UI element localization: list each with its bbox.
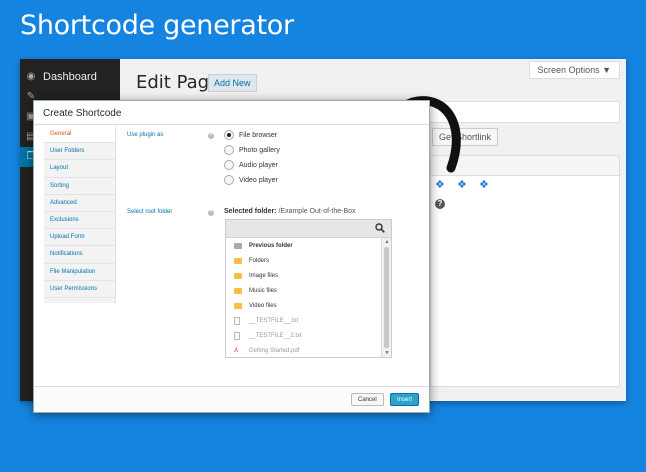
file-name: __TESTFILE__2.txt bbox=[249, 332, 302, 339]
use-plugin-label: Use plugin as bbox=[127, 132, 164, 138]
list-item[interactable]: __TESTFILE__.txt bbox=[226, 313, 381, 328]
option-video-player[interactable]: Video player bbox=[224, 175, 278, 185]
file-list-scrollbar[interactable]: ▲ ▼ bbox=[381, 238, 391, 357]
help-icon[interactable]: ? bbox=[435, 199, 445, 209]
dialog-tab-list: General User Folders Layout Sorting Adva… bbox=[44, 126, 116, 303]
folder-icon bbox=[234, 257, 242, 264]
list-item[interactable]: Folders bbox=[226, 253, 381, 268]
previous-folder-icon bbox=[234, 242, 242, 249]
selected-folder-value: /Example Out-of-the-Box bbox=[278, 208, 356, 215]
help-icon[interactable]: ? bbox=[208, 133, 214, 139]
screen-options-button[interactable]: Screen Options ▼ bbox=[528, 61, 620, 79]
content-editor[interactable]: ❖ ❖ ❖ ? bbox=[430, 155, 620, 387]
add-new-button[interactable]: Add New bbox=[208, 74, 257, 92]
cancel-button[interactable]: Cancel bbox=[351, 393, 384, 406]
tab-layout[interactable]: Layout bbox=[44, 160, 115, 178]
option-file-browser[interactable]: File browser bbox=[224, 130, 277, 140]
radio-checked-icon[interactable] bbox=[224, 130, 234, 140]
file-name: __TESTFILE__.txt bbox=[249, 317, 299, 324]
tab-general[interactable]: General bbox=[44, 126, 115, 144]
list-item[interactable]: Music files bbox=[226, 283, 381, 298]
dialog-title: Create Shortcode bbox=[34, 101, 429, 125]
option-audio-player[interactable]: Audio player bbox=[224, 160, 278, 170]
plugin-toolbar-icons: ❖ ❖ ❖ bbox=[435, 180, 491, 191]
text-file-icon bbox=[234, 316, 240, 325]
selected-folder-label: Selected folder: bbox=[224, 208, 277, 215]
tab-exclusions[interactable]: Exclusions bbox=[44, 212, 115, 230]
folder-browser-header bbox=[226, 220, 391, 238]
dropbox-link-icon[interactable]: ❖ bbox=[457, 180, 469, 191]
tab-user-permissions[interactable]: User Permissions bbox=[44, 281, 115, 298]
tab-advanced[interactable]: Advanced bbox=[44, 195, 115, 212]
file-list: Previous folder Folders Image files Musi… bbox=[226, 238, 381, 357]
file-name: Folders bbox=[249, 257, 270, 264]
file-name: Previous folder bbox=[249, 242, 293, 249]
tab-file-manipulation[interactable]: File Manipulation bbox=[44, 264, 115, 281]
insert-button[interactable]: Insert bbox=[390, 393, 420, 406]
sidebar-item-dashboard[interactable]: ◉ Dashboard bbox=[20, 67, 120, 87]
option-label: Photo gallery bbox=[239, 146, 280, 154]
tab-sorting[interactable]: Sorting bbox=[44, 178, 115, 195]
option-label: File browser bbox=[239, 131, 278, 139]
tab-upload-form[interactable]: Upload Form bbox=[44, 229, 115, 247]
folder-icon bbox=[234, 302, 242, 309]
list-item[interactable]: Video files bbox=[226, 298, 381, 313]
search-icon[interactable] bbox=[375, 223, 385, 233]
pdf-icon: ⅄ bbox=[234, 346, 239, 354]
tab-notifications[interactable]: Notifications bbox=[44, 246, 115, 264]
radio-icon[interactable] bbox=[224, 175, 234, 185]
create-shortcode-dialog: Create Shortcode General User Folders La… bbox=[33, 100, 430, 413]
folder-browser[interactable]: Previous folder Folders Image files Musi… bbox=[225, 219, 392, 358]
select-root-label: Select root folder bbox=[127, 209, 173, 215]
radio-icon[interactable] bbox=[224, 160, 234, 170]
help-icon[interactable]: ? bbox=[208, 210, 214, 216]
folder-icon bbox=[234, 272, 242, 279]
dialog-footer: Cancel Insert bbox=[34, 386, 429, 412]
dashboard-icon: ◉ bbox=[26, 71, 36, 82]
list-item[interactable]: ⅄ Getting Started.pdf bbox=[226, 343, 381, 357]
option-label: Video player bbox=[239, 176, 278, 184]
list-item[interactable]: __TESTFILE__2.txt bbox=[226, 328, 381, 343]
dropbox-icon[interactable]: ❖ bbox=[435, 180, 447, 191]
scroll-thumb[interactable] bbox=[384, 247, 389, 348]
list-item[interactable]: Previous folder bbox=[226, 238, 381, 253]
selected-folder: Selected folder: /Example Out-of-the-Box bbox=[224, 208, 356, 215]
file-name: Video files bbox=[249, 302, 277, 309]
file-name: Getting Started.pdf bbox=[249, 347, 300, 354]
option-label: Audio player bbox=[239, 161, 278, 169]
list-item[interactable]: Image files bbox=[226, 268, 381, 283]
radio-icon[interactable] bbox=[224, 145, 234, 155]
banner-title: Shortcode generator bbox=[20, 10, 294, 41]
tab-user-folders[interactable]: User Folders bbox=[44, 143, 115, 161]
dropbox-embed-icon[interactable]: ❖ bbox=[479, 180, 491, 191]
option-photo-gallery[interactable]: Photo gallery bbox=[224, 145, 280, 155]
sidebar-item-label: Dashboard bbox=[43, 71, 97, 83]
file-name: Image files bbox=[249, 272, 279, 279]
scroll-down-icon[interactable]: ▼ bbox=[382, 350, 392, 356]
scroll-up-icon[interactable]: ▲ bbox=[382, 239, 392, 245]
file-name: Music files bbox=[249, 287, 278, 294]
text-file-icon bbox=[234, 331, 240, 340]
folder-icon bbox=[234, 287, 242, 294]
